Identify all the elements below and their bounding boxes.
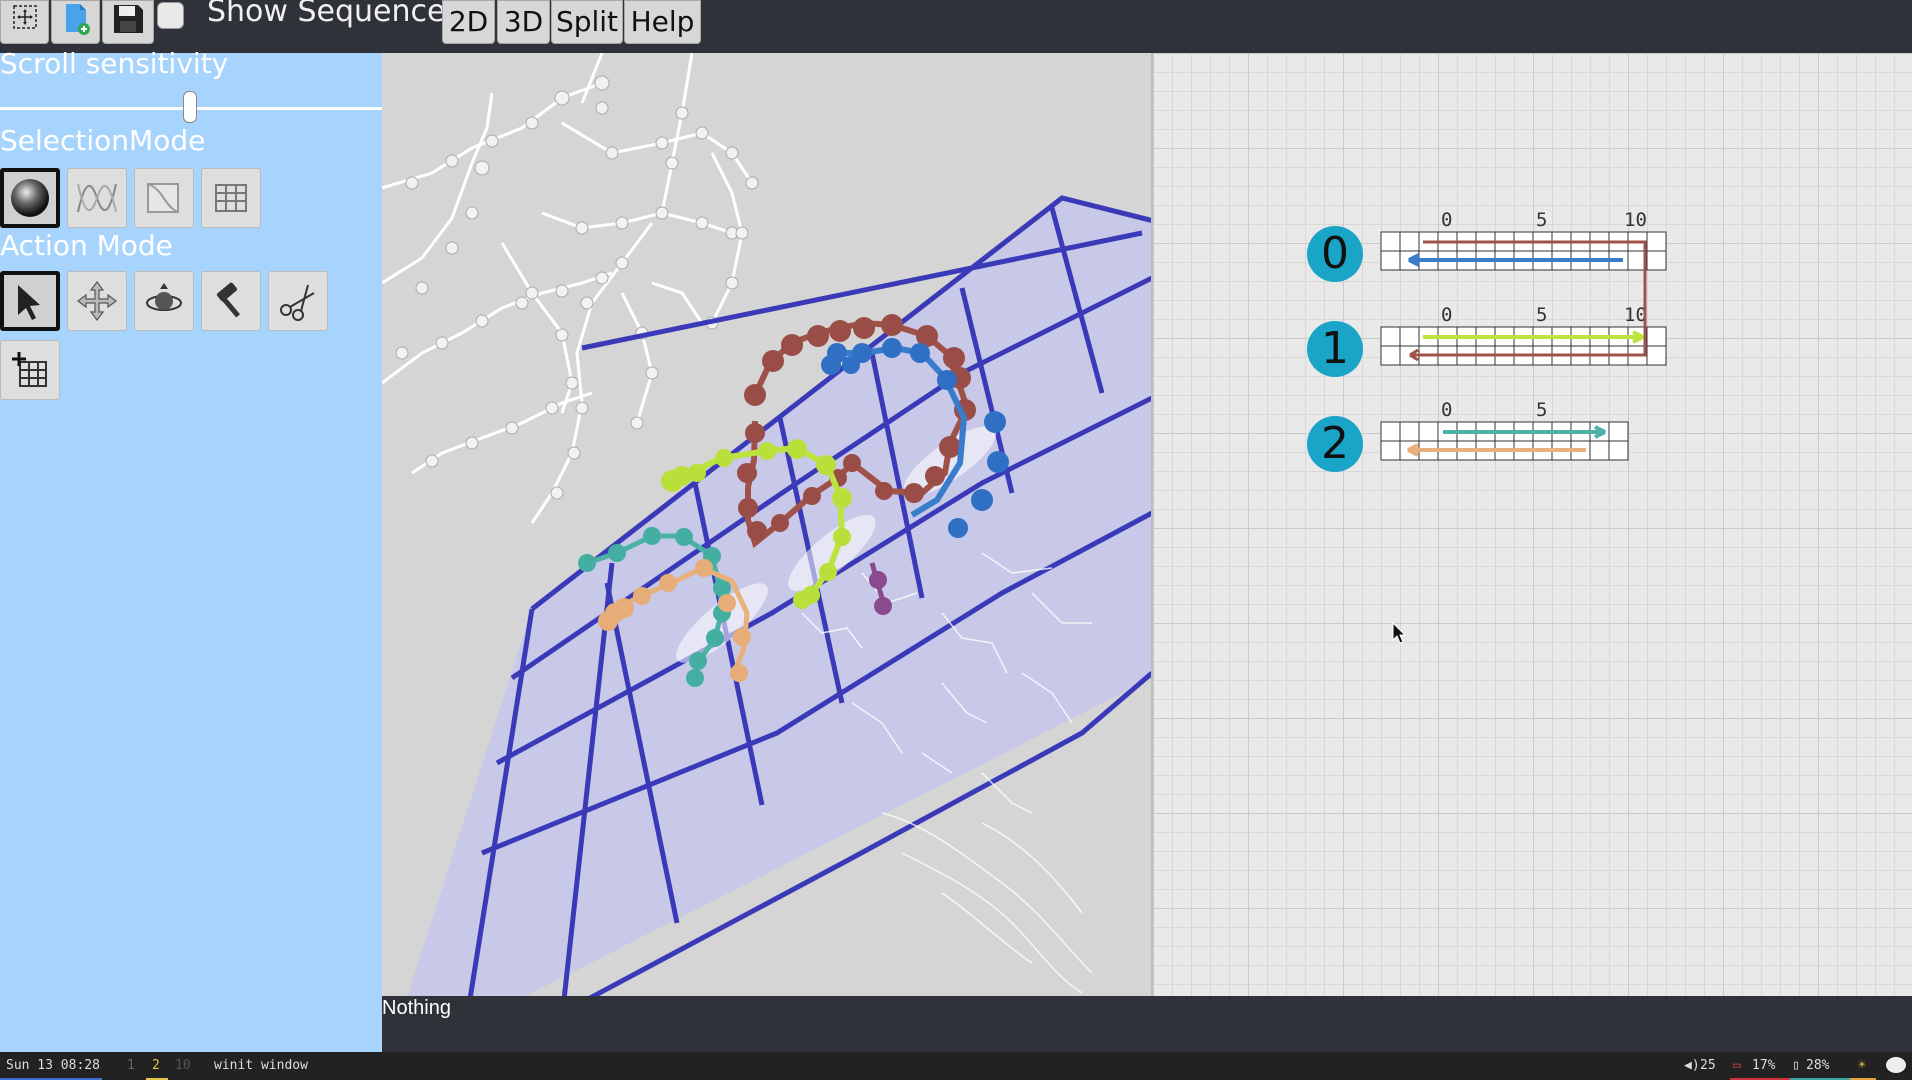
workspace-2[interactable]: 2 [152, 1058, 160, 1073]
select-arrow-icon [18, 285, 40, 320]
2d-view[interactable]: 0 1 2 0 5 10 0 5 10 0 5 [1153, 53, 1912, 1052]
volume-value: 25 [1700, 1058, 1716, 1073]
datetime: Sun 13 08:28 [6, 1058, 100, 1073]
add-grid-icon [12, 352, 47, 387]
grid-icon [215, 184, 247, 212]
helix-0-grid[interactable] [1380, 231, 1667, 271]
cpu-icon: ▭ [1733, 1058, 1741, 1073]
show-sequences-checkbox[interactable] [157, 2, 184, 29]
steam-tray-icon[interactable] [1886, 1057, 1906, 1073]
nucleotide-icon [11, 179, 49, 217]
fit-view-icon [12, 5, 37, 29]
left-panel: Scroll sensitivity SelectionMode Action … [0, 47, 382, 1052]
split-view-button[interactable]: Split [551, 0, 623, 44]
view-3d-button[interactable]: 3D [497, 0, 550, 44]
selection-mode-nucleotide[interactable] [0, 168, 60, 228]
new-file-button[interactable] [51, 0, 100, 44]
selection-mode-label: SelectionMode [0, 124, 206, 157]
scroll-sensitivity-label: Scroll sensitivity [0, 47, 229, 80]
top-toolbar: Show Sequences 2D 3D Split Help [0, 0, 1912, 53]
add-grid-button[interactable] [0, 340, 60, 400]
fit-view-button[interactable] [0, 0, 49, 44]
action-mode-select[interactable] [0, 271, 60, 331]
workspace-1[interactable]: 1 [127, 1058, 135, 1073]
helix-grid-drawing [1380, 231, 1667, 461]
save-button[interactable] [102, 0, 154, 44]
action-mode-label: Action Mode [0, 229, 173, 262]
status-message: Nothing [382, 997, 451, 1019]
rotate-icon [146, 283, 182, 311]
selection-mode-helix[interactable] [134, 168, 194, 228]
selection-mode-strand[interactable] [67, 168, 127, 228]
selection-mode-grid[interactable] [201, 168, 261, 228]
build-hammer-icon [216, 282, 241, 318]
volume-icon: ◀) [1684, 1058, 1700, 1073]
view-2d-button[interactable]: 2D [442, 0, 495, 44]
action-mode-rotate[interactable] [134, 271, 194, 331]
brightness-icon: ☀ [1858, 1058, 1866, 1073]
cpu-value: 17% [1752, 1058, 1776, 1073]
translate-icon [77, 281, 117, 321]
save-icon [114, 5, 143, 33]
cut-scissors-icon [280, 284, 315, 321]
action-mode-cut[interactable] [268, 271, 328, 331]
system-bar: Sun 13 08:28 1 2 10 winit window ◀) 25 ▭… [0, 1052, 1912, 1080]
action-mode-translate[interactable] [67, 271, 127, 331]
3d-scene[interactable] [382, 53, 1153, 996]
status-area [382, 996, 1912, 1052]
new-file-icon [65, 4, 90, 35]
strand-icon [77, 183, 117, 213]
mouse-cursor-icon [1392, 622, 1406, 644]
3d-view[interactable] [382, 53, 1153, 996]
window-title: winit window [214, 1058, 308, 1073]
grid-plane[interactable] [402, 195, 1153, 996]
help-button[interactable]: Help [624, 0, 701, 44]
helix-1-grid[interactable] [1380, 326, 1667, 366]
action-mode-build[interactable] [201, 271, 261, 331]
memory-icon: ▯ [1792, 1058, 1800, 1073]
show-sequences-label: Show Sequences [207, 0, 462, 29]
helix-icon [147, 183, 179, 213]
scroll-sensitivity-slider-handle[interactable] [183, 91, 197, 123]
memory-value: 28% [1806, 1058, 1830, 1073]
workspace-10[interactable]: 10 [175, 1058, 191, 1073]
